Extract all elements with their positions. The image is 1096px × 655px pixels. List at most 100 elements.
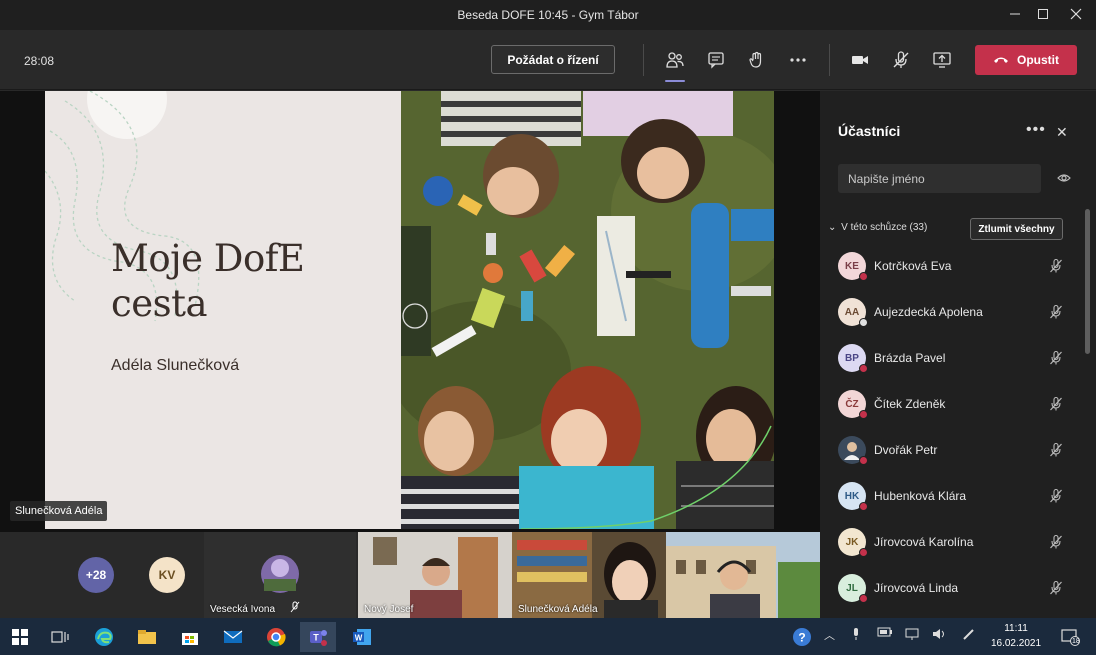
mic-tray-icon[interactable] xyxy=(851,627,861,644)
participant-row[interactable]: JL Jírovcová Linda xyxy=(820,565,1084,611)
start-icon[interactable] xyxy=(2,622,38,652)
participant-row[interactable]: ČZ Čítek Zdeněk xyxy=(820,381,1084,427)
raise-hand-icon[interactable] xyxy=(743,46,771,74)
title-bar: Beseda DOFE 10:45 - Gym Tábor xyxy=(0,0,1096,30)
participant-name: Hubenková Klára xyxy=(874,489,967,503)
notifications-icon[interactable]: 18 xyxy=(1056,622,1084,652)
teams-window: Beseda DOFE 10:45 - Gym Tábor 28:08 Požá… xyxy=(0,0,1096,618)
participant-row[interactable]: HK Hubenková Klára xyxy=(820,473,1084,519)
video-tile[interactable]: Vesecká Ivona xyxy=(204,532,356,618)
participant-row[interactable]: JK Jírovcová Karolína xyxy=(820,519,1084,565)
scrollbar[interactable] xyxy=(1085,209,1090,354)
request-control-button[interactable]: Požádat o řízení xyxy=(491,45,615,74)
slide-photo xyxy=(401,91,774,529)
toolbar-divider xyxy=(829,44,830,76)
window-title: Beseda DOFE 10:45 - Gym Tábor xyxy=(457,8,639,22)
participant-search-input[interactable] xyxy=(838,164,1041,193)
participant-row[interactable]: BP Brázda Pavel xyxy=(820,335,1084,381)
share-screen-icon[interactable] xyxy=(928,46,956,74)
close-window-icon[interactable] xyxy=(1063,4,1089,24)
participant-avatar: AA xyxy=(838,298,868,327)
mic-off-icon[interactable] xyxy=(1048,350,1064,371)
more-icon[interactable] xyxy=(784,46,812,74)
presence-dot xyxy=(859,456,868,465)
toolbar-divider xyxy=(643,44,644,76)
video-tile[interactable]: Slunečková Adéla xyxy=(512,532,666,618)
maximize-icon[interactable] xyxy=(1030,4,1056,24)
video-feed xyxy=(666,532,820,618)
windows-taskbar: T W ? ︿ 11:11 16.02.2021 18 xyxy=(0,618,1096,655)
word-icon[interactable]: W xyxy=(344,622,380,652)
chrome-icon[interactable] xyxy=(258,622,294,652)
mic-off-icon[interactable] xyxy=(1048,580,1064,601)
avatar-kv[interactable]: KV xyxy=(149,557,185,593)
pen-icon[interactable] xyxy=(962,627,976,644)
shared-content-stage: Moje DofE cesta Adéla Slunečková Slunečk… xyxy=(0,91,820,532)
slide-subtitle: Adéla Slunečková xyxy=(111,357,240,374)
tile-name: Vesecká Ivona xyxy=(210,604,276,615)
store-icon[interactable] xyxy=(172,622,208,652)
participants-icon[interactable] xyxy=(661,46,689,82)
participant-avatar: HK xyxy=(838,482,868,511)
participant-name: Jírovcová Karolína xyxy=(874,535,974,549)
edge-icon[interactable] xyxy=(86,622,122,652)
mic-off-icon[interactable] xyxy=(1048,304,1064,325)
participant-avatar: KE xyxy=(838,252,868,281)
mute-all-button[interactable]: Ztlumit všechny xyxy=(970,218,1063,240)
teams-icon[interactable]: T xyxy=(300,622,336,652)
participant-avatar: BP xyxy=(838,344,868,373)
video-strip: +28 KV Vesecká Ivona Nový Josef Slunečko… xyxy=(0,532,820,618)
panel-more-icon[interactable]: ••• xyxy=(1026,121,1046,139)
participant-avatar: ČZ xyxy=(838,390,868,419)
participant-name: Dvořák Petr xyxy=(874,443,938,457)
video-tile[interactable] xyxy=(666,532,820,618)
participant-row[interactable]: AA Aujezdecká Apolena xyxy=(820,289,1084,335)
mail-icon[interactable] xyxy=(215,622,251,652)
chat-icon[interactable] xyxy=(702,46,730,74)
presenter-name-tag: Slunečková Adéla xyxy=(10,501,108,521)
mic-off-icon[interactable] xyxy=(1048,258,1064,279)
tile-name: Nový Josef xyxy=(364,604,414,615)
mic-off-icon[interactable] xyxy=(1048,396,1064,417)
camera-icon[interactable] xyxy=(846,46,874,74)
participant-name: Jírovcová Linda xyxy=(874,581,959,595)
participant-row[interactable]: Dvořák Petr xyxy=(820,427,1084,473)
tray-chevron-up-icon[interactable]: ︿ xyxy=(824,627,835,643)
chevron-down-icon: ⌄ xyxy=(828,222,837,233)
participant-name: Kotrčková Eva xyxy=(874,259,952,273)
video-tile[interactable]: Nový Josef xyxy=(358,532,512,618)
presence-dot xyxy=(859,364,868,373)
slide-title: Moje DofE cesta xyxy=(111,237,305,325)
presence-dot xyxy=(859,594,868,603)
participant-avatar: JK xyxy=(838,528,868,557)
hangup-icon xyxy=(994,57,1008,63)
system-clock[interactable]: 11:11 16.02.2021 xyxy=(990,621,1042,651)
svg-text:T: T xyxy=(313,633,319,643)
more-participants-badge[interactable]: +28 xyxy=(78,557,114,593)
presence-dot xyxy=(859,410,868,419)
presence-dot xyxy=(859,272,868,281)
mic-off-icon[interactable] xyxy=(1048,534,1064,555)
file-explorer-icon[interactable] xyxy=(129,622,165,652)
volume-icon[interactable] xyxy=(932,627,948,644)
network-icon[interactable] xyxy=(905,627,921,644)
presence-dot xyxy=(859,548,868,557)
tile-name: Slunečková Adéla xyxy=(518,604,598,615)
share-invite-icon[interactable] xyxy=(1056,171,1072,190)
mic-off-icon[interactable] xyxy=(887,46,915,74)
leave-button[interactable]: Opustit xyxy=(975,45,1077,75)
leave-label: Opustit xyxy=(1017,53,1059,67)
section-header-in-meeting[interactable]: ⌄ V této schůzce (33) xyxy=(828,222,927,233)
mic-off-icon[interactable] xyxy=(1048,442,1064,463)
battery-icon[interactable] xyxy=(877,627,893,640)
mic-off-icon[interactable] xyxy=(1048,488,1064,509)
presence-dot xyxy=(859,502,868,511)
task-view-icon[interactable] xyxy=(42,622,78,652)
participant-avatar: JL xyxy=(838,574,868,603)
close-icon[interactable]: ✕ xyxy=(1056,124,1068,141)
participant-name: Aujezdecká Apolena xyxy=(874,305,983,319)
minimize-icon[interactable] xyxy=(1002,4,1028,24)
help-icon[interactable]: ? xyxy=(788,622,816,652)
participant-row[interactable]: KE Kotrčková Eva xyxy=(820,243,1084,289)
meeting-toolbar: 28:08 Požádat o řízení Opustit xyxy=(0,30,1096,90)
